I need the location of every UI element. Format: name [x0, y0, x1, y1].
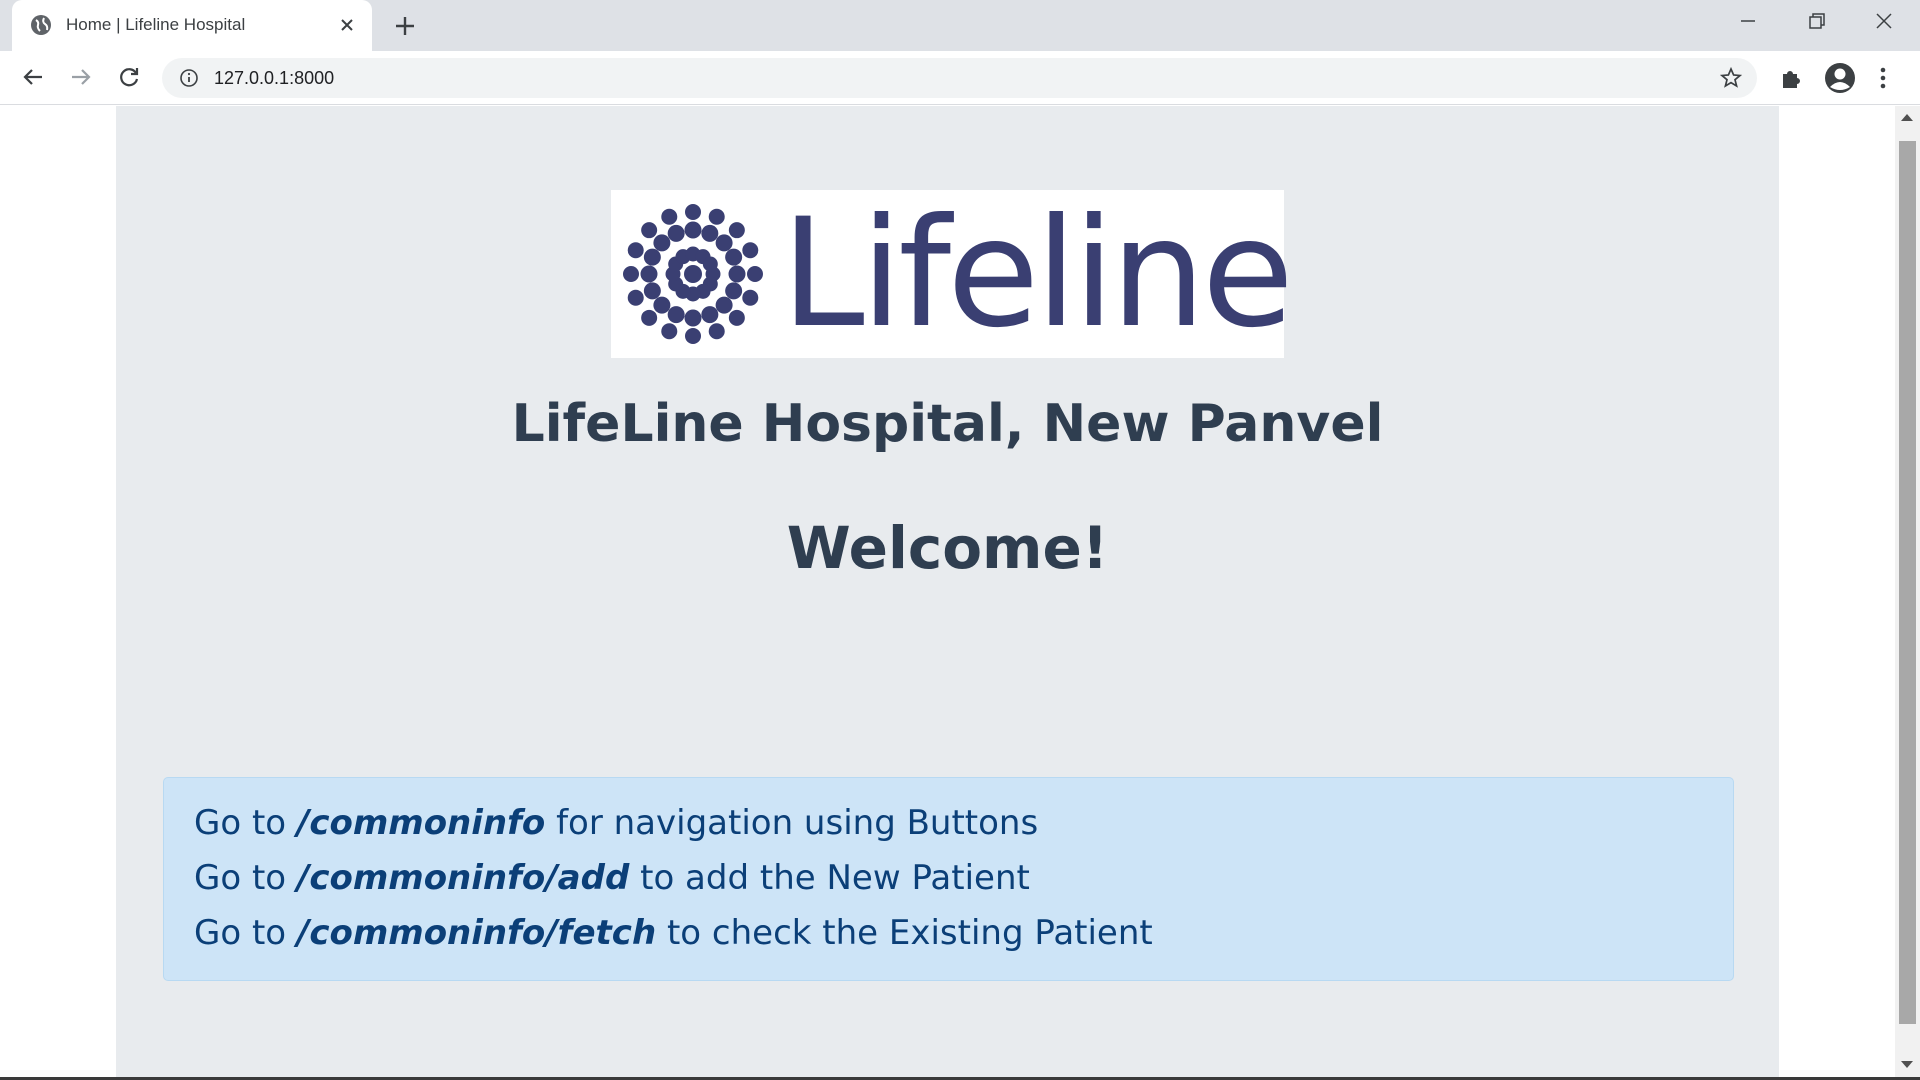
logo-dot — [715, 234, 733, 252]
logo-dot — [728, 222, 745, 239]
logo-dot — [702, 256, 718, 272]
close-icon[interactable] — [1866, 8, 1902, 36]
welcome-heading: Welcome! — [786, 514, 1109, 582]
route-path: /commoninfo/add — [296, 858, 630, 898]
logo-dot — [685, 204, 701, 220]
plus-icon[interactable] — [392, 13, 418, 39]
logo-dot — [742, 242, 759, 259]
logo-dot — [708, 323, 725, 340]
logo-dot — [747, 266, 763, 282]
logo-dot — [684, 221, 702, 239]
star-icon[interactable] — [1719, 66, 1743, 90]
logo-dot — [661, 208, 678, 225]
info-line: Go to /commoninfo/fetch to check the Exi… — [194, 913, 1153, 953]
info-alert: Go to /commoninfo for navigation using B… — [163, 777, 1734, 981]
logo-dot — [684, 309, 702, 327]
scroll-down-arrow-icon[interactable] — [1901, 1061, 1913, 1068]
account-icon[interactable] — [1824, 62, 1856, 94]
page-container: Lifeline LifeLine Hospital, New Panvel W… — [116, 106, 1779, 1080]
tab-strip: Home | Lifeline Hospital — [0, 0, 1920, 51]
page-viewport: Lifeline LifeLine Hospital, New Panvel W… — [0, 106, 1895, 1080]
logo-dot — [685, 328, 701, 344]
hospital-name-heading: LifeLine Hospital, New Panvel — [511, 394, 1384, 454]
info-line: Go to /commoninfo/add to add the New Pat… — [194, 858, 1030, 898]
logo-dot — [728, 265, 746, 283]
info-line: Go to /commoninfo for navigation using B… — [194, 803, 1039, 843]
scroll-thumb[interactable] — [1899, 141, 1916, 1024]
minimize-icon[interactable] — [1730, 8, 1766, 36]
logo-dot — [641, 222, 658, 239]
browser-tab[interactable]: Home | Lifeline Hospital — [12, 0, 372, 51]
back-arrow-icon[interactable] — [18, 62, 48, 92]
logo-dot — [643, 248, 661, 266]
logo-dot — [623, 266, 639, 282]
logo-dot — [684, 265, 702, 283]
route-path: /commoninfo/fetch — [296, 913, 657, 953]
forward-arrow-icon[interactable] — [66, 62, 96, 92]
url-text[interactable]: 127.0.0.1:8000 — [214, 68, 334, 89]
puzzle-icon[interactable] — [1777, 64, 1805, 92]
logo-dot — [640, 265, 658, 283]
logo-dot — [708, 208, 725, 225]
reload-icon[interactable] — [114, 62, 144, 92]
dot-cluster-icon — [623, 204, 763, 344]
logo-dot — [667, 306, 685, 324]
logo-dot — [643, 282, 661, 300]
lifeline-logo: Lifeline — [611, 190, 1294, 358]
logo-dot — [627, 242, 644, 259]
logo-dot — [641, 309, 658, 326]
kebab-menu-icon[interactable] — [1873, 64, 1893, 92]
logo-dot — [701, 306, 719, 324]
logo-dot — [742, 289, 759, 306]
globe-icon — [31, 15, 51, 35]
logo-dot — [653, 296, 671, 314]
restore-icon[interactable] — [1798, 8, 1834, 36]
close-icon[interactable] — [336, 14, 358, 36]
info-icon[interactable] — [178, 67, 200, 89]
logo-dot — [701, 224, 719, 242]
logo-dot — [661, 323, 678, 340]
logo-dot — [627, 289, 644, 306]
logo-dot — [728, 309, 745, 326]
logo-dot — [667, 224, 685, 242]
logo-dot — [725, 282, 743, 300]
vertical-scrollbar[interactable] — [1895, 106, 1920, 1080]
tab-title: Home | Lifeline Hospital — [66, 15, 246, 34]
logo-dot — [653, 234, 671, 252]
scroll-up-arrow-icon[interactable] — [1901, 114, 1913, 121]
logo-dot — [725, 248, 743, 266]
logo-dot — [715, 296, 733, 314]
address-bar[interactable]: 127.0.0.1:8000 — [162, 58, 1757, 98]
route-path: /commoninfo — [296, 803, 546, 843]
logo-text: Lifeline — [781, 187, 1294, 361]
